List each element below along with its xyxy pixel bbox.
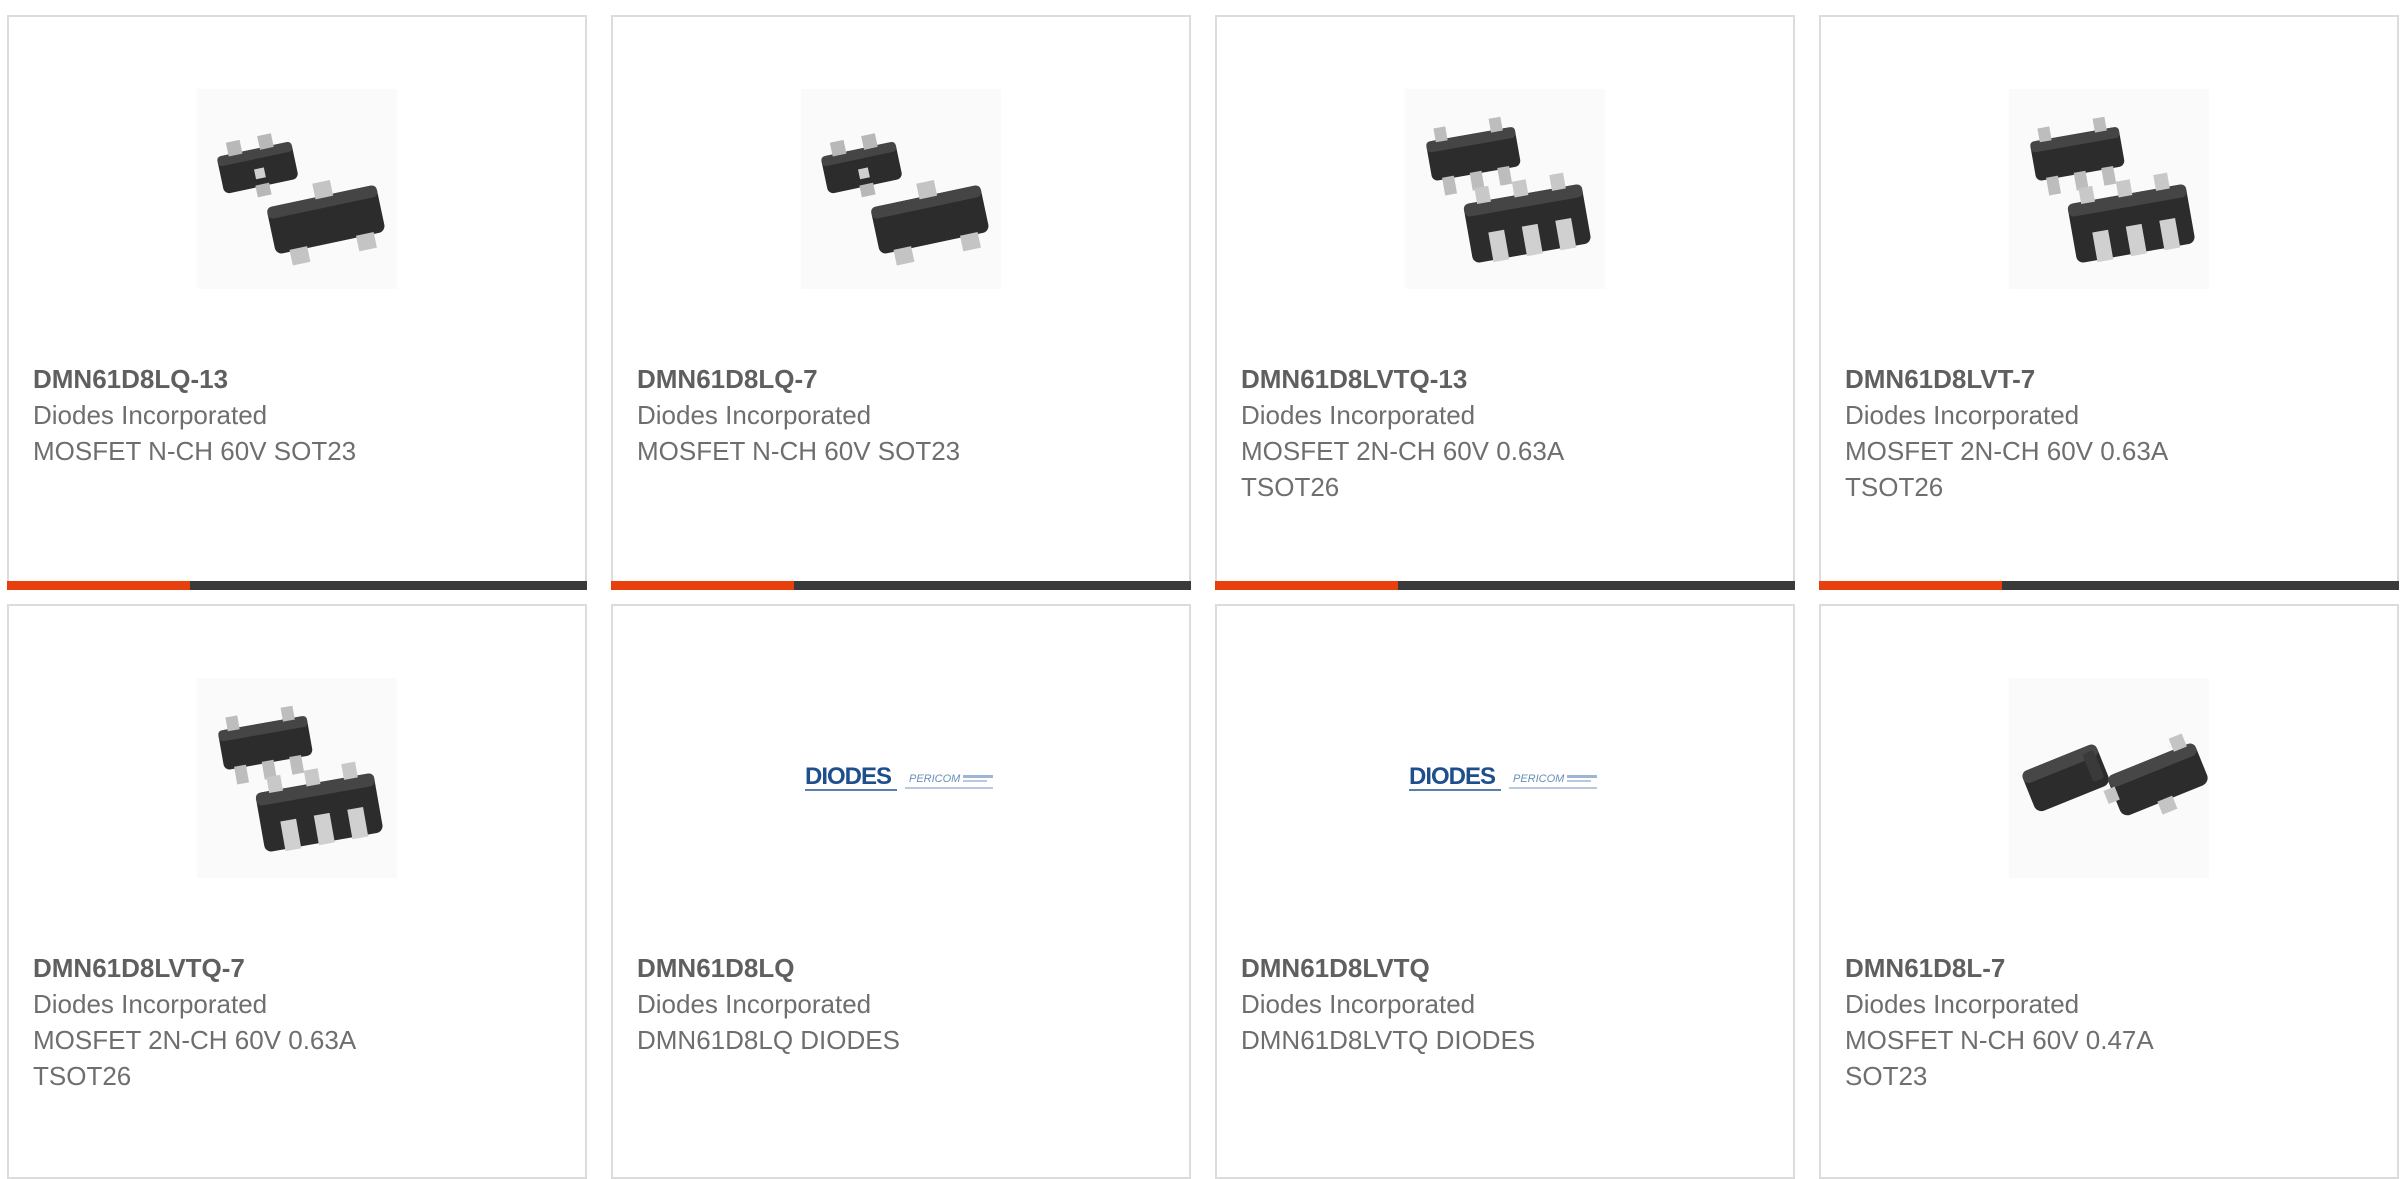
product-info: DMN61D8L-7 Diodes Incorporated MOSFET N-… <box>1845 950 2385 1094</box>
product-info: DMN61D8LQ Diodes Incorporated DMN61D8LQ … <box>637 950 1177 1058</box>
card-footer-bar <box>611 581 1191 590</box>
product-card[interactable]: DIODES PERICOM DMN61D8LVTQ Diodes Incorp… <box>1215 604 1795 1179</box>
sot23-package-image[interactable] <box>801 89 1001 289</box>
manufacturer-name: Diodes Incorporated <box>637 400 872 430</box>
manufacturer-name: Diodes Incorporated <box>1845 989 2080 1019</box>
part-number-link[interactable]: DMN61D8LQ-7 <box>637 361 1177 397</box>
product-description: DMN61D8LQ DIODES <box>637 1025 900 1055</box>
product-description: DMN61D8LVTQ DIODES <box>1241 1025 1536 1055</box>
diodes-logo-text: DIODES <box>805 763 892 790</box>
card-accent-bar <box>1215 581 1398 590</box>
product-description: MOSFET N-CH 60V 0.47A SOT23 <box>1845 1025 2153 1091</box>
product-info: DMN61D8LQ-13 Diodes Incorporated MOSFET … <box>33 361 573 469</box>
card-footer-bar <box>1819 581 2399 590</box>
diodes-pericom-logo[interactable]: DIODES PERICOM <box>1405 678 1605 878</box>
card-accent-bar <box>7 581 190 590</box>
product-card[interactable]: DIODES PERICOM DMN61D8LQ Diodes Incorpor… <box>611 604 1191 1179</box>
product-card[interactable]: DMN61D8LQ-7 Diodes Incorporated MOSFET N… <box>611 15 1191 590</box>
part-number-link[interactable]: DMN61D8L-7 <box>1845 950 2385 986</box>
card-footer-bar <box>7 581 587 590</box>
product-card[interactable]: DMN61D8LQ-13 Diodes Incorporated MOSFET … <box>7 15 587 590</box>
part-number-link[interactable]: DMN61D8LQ <box>637 950 1177 986</box>
part-number-link[interactable]: DMN61D8LVTQ-7 <box>33 950 573 986</box>
product-info: DMN61D8LVTQ Diodes Incorporated DMN61D8L… <box>1241 950 1781 1058</box>
product-card[interactable]: DMN61D8L-7 Diodes Incorporated MOSFET N-… <box>1819 604 2399 1179</box>
manufacturer-name: Diodes Incorporated <box>637 989 872 1019</box>
sot23-package-image[interactable] <box>197 89 397 289</box>
tsot26-package-image[interactable] <box>1405 89 1605 289</box>
sot23-package-image[interactable] <box>2009 678 2209 878</box>
part-number-link[interactable]: DMN61D8LQ-13 <box>33 361 573 397</box>
manufacturer-name: Diodes Incorporated <box>1845 400 2080 430</box>
tsot26-package-image[interactable] <box>2009 89 2209 289</box>
product-description: MOSFET 2N-CH 60V 0.63A TSOT26 <box>33 1025 355 1091</box>
product-description: MOSFET 2N-CH 60V 0.63A TSOT26 <box>1845 436 2167 502</box>
product-description: MOSFET 2N-CH 60V 0.63A TSOT26 <box>1241 436 1563 502</box>
part-number-link[interactable]: DMN61D8LVT-7 <box>1845 361 2385 397</box>
product-grid: DMN61D8LQ-13 Diodes Incorporated MOSFET … <box>0 0 2400 1179</box>
product-info: DMN61D8LVT-7 Diodes Incorporated MOSFET … <box>1845 361 2385 505</box>
card-accent-bar <box>611 581 794 590</box>
product-info: DMN61D8LQ-7 Diodes Incorporated MOSFET N… <box>637 361 1177 469</box>
product-description: MOSFET N-CH 60V SOT23 <box>33 436 357 466</box>
manufacturer-name: Diodes Incorporated <box>33 989 268 1019</box>
manufacturer-name: Diodes Incorporated <box>33 400 268 430</box>
product-description: MOSFET N-CH 60V SOT23 <box>637 436 961 466</box>
part-number-link[interactable]: DMN61D8LVTQ <box>1241 950 1781 986</box>
diodes-pericom-logo[interactable]: DIODES PERICOM <box>801 678 1001 878</box>
pericom-logo-text: PERICOM <box>909 773 961 785</box>
product-info: DMN61D8LVTQ-7 Diodes Incorporated MOSFET… <box>33 950 573 1094</box>
product-card[interactable]: DMN61D8LVT-7 Diodes Incorporated MOSFET … <box>1819 15 2399 590</box>
tsot26-package-image[interactable] <box>197 678 397 878</box>
product-card[interactable]: DMN61D8LVTQ-13 Diodes Incorporated MOSFE… <box>1215 15 1795 590</box>
product-card[interactable]: DMN61D8LVTQ-7 Diodes Incorporated MOSFET… <box>7 604 587 1179</box>
card-accent-bar <box>1819 581 2002 590</box>
manufacturer-name: Diodes Incorporated <box>1241 400 1476 430</box>
pericom-logo-text: PERICOM <box>1513 773 1565 785</box>
product-info: DMN61D8LVTQ-13 Diodes Incorporated MOSFE… <box>1241 361 1781 505</box>
manufacturer-name: Diodes Incorporated <box>1241 989 1476 1019</box>
diodes-logo-text: DIODES <box>1409 763 1496 790</box>
part-number-link[interactable]: DMN61D8LVTQ-13 <box>1241 361 1781 397</box>
card-footer-bar <box>1215 581 1795 590</box>
